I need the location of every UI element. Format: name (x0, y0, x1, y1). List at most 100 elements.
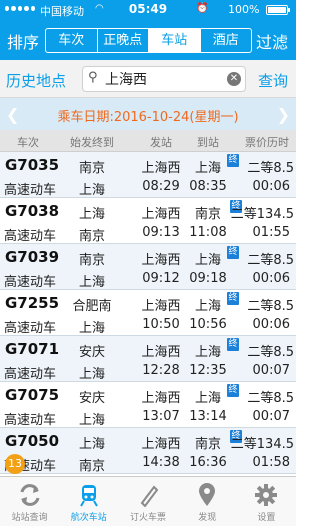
alarm-icon: ⏰ (196, 3, 209, 14)
train-type: 高速动车 (4, 183, 57, 198)
station-search-input[interactable] (105, 69, 215, 89)
origin-station: 上海 (78, 437, 105, 452)
arrival-time: 16:36 (189, 455, 227, 470)
train-row[interactable]: G7255 高速动车 合肥南 上海 上海西 10:50 上海 10:56 终 二… (0, 290, 296, 336)
train-number: G7255 (5, 294, 60, 312)
train-row[interactable]: G7035 高速动车 南京 上海 上海西 08:29 上海 08:35 终 二等… (0, 152, 296, 198)
mode-segmented-control: 车次 正晚点 车站 酒店 (45, 28, 252, 53)
location-pin-icon (199, 483, 216, 506)
segment-train-number[interactable]: 车次 (46, 29, 98, 52)
train-number: G7039 (5, 248, 60, 266)
trip-duration: 01:58 (252, 455, 290, 470)
search-icon: ⚲ (88, 70, 98, 85)
chevron-right-icon[interactable]: ❯ (277, 105, 290, 124)
clear-icon[interactable]: ✕ (227, 72, 241, 86)
origin-station: 南京 (78, 161, 105, 176)
result-count-badge[interactable]: 13 (5, 454, 25, 474)
train-type: 高速动车 (4, 367, 57, 382)
train-row[interactable]: G7039 高速动车 南京 上海 上海西 09:12 上海 09:18 终 二等… (0, 244, 296, 290)
arrival-time: 12:35 (189, 363, 227, 378)
tab-train-station[interactable]: 航次车站 (59, 477, 118, 526)
query-button[interactable]: 查询 (258, 70, 288, 91)
history-places-button[interactable]: 历史地点 (6, 70, 66, 91)
destination-station: 上海 (78, 413, 105, 428)
train-icon (79, 485, 98, 507)
trip-duration: 00:06 (252, 271, 290, 286)
battery-percent: 100% (228, 3, 260, 16)
table-header: 车次 始发终到 发站 到站 票价历时 (0, 130, 296, 152)
tab-settings[interactable]: 设置 (237, 477, 296, 526)
arrival-time: 08:35 (189, 179, 227, 194)
train-number: G7035 (5, 156, 60, 174)
header-arrival: 到站 (197, 136, 219, 149)
ticket-icon (140, 485, 159, 507)
date-bar: ❮ 乘车日期:2016-10-24(星期一) ❯ (0, 98, 296, 130)
trip-duration: 01:55 (252, 225, 290, 240)
train-number: G7038 (5, 202, 60, 220)
terminal-badge: 终 (227, 384, 239, 397)
origin-station: 安庆 (78, 345, 105, 360)
destination-station: 上海 (78, 275, 105, 290)
seat-price: 二等134.5 (230, 207, 294, 222)
origin-station: 合肥南 (72, 299, 112, 314)
train-row[interactable]: G7038 高速动车 上海 南京 上海西 09:13 南京 11:08 终 二等… (0, 198, 296, 244)
tab-label: 订火车票 (130, 513, 167, 523)
train-row[interactable]: G7050 高速动车 上海 南京 上海西 14:38 南京 16:36 终 二等… (0, 428, 296, 474)
refresh-arrows-icon (20, 484, 40, 506)
seat-price: 二等134.5 (230, 437, 294, 452)
tab-book-ticket[interactable]: 订火车票 (118, 477, 177, 526)
header-origin-dest: 始发终到 (70, 136, 114, 149)
arrival-time: 13:14 (189, 409, 227, 424)
train-type: 高速动车 (4, 413, 57, 428)
travel-date[interactable]: 乘车日期:2016-10-24(星期一) (0, 106, 296, 125)
train-number: G7075 (5, 386, 60, 404)
destination-station: 南京 (78, 229, 105, 244)
search-row: 历史地点 ⚲ ✕ 查询 (0, 60, 296, 98)
train-type: 高速动车 (4, 321, 57, 336)
tab-station-to-station[interactable]: 站站查询 (0, 477, 59, 526)
tab-label: 发现 (198, 513, 217, 523)
seat-price: 二等8.5 (247, 161, 294, 176)
terminal-badge: 终 (227, 292, 239, 305)
tab-bar: 站站查询 航次车站 订火车票 发现 设置 (0, 476, 296, 526)
arrival-time: 09:18 (189, 271, 227, 286)
trip-duration: 00:07 (252, 363, 290, 378)
terminal-badge: 终 (227, 338, 239, 351)
arrival-station: 南京 (194, 437, 221, 452)
origin-station: 安庆 (78, 391, 105, 406)
destination-station: 南京 (78, 459, 105, 474)
seat-price: 二等8.5 (247, 299, 294, 314)
segment-punctuality[interactable]: 正晚点 (98, 29, 149, 52)
segment-station[interactable]: 车站 (149, 29, 201, 52)
seat-price: 二等8.5 (247, 391, 294, 406)
train-type: 高速动车 (4, 229, 57, 244)
origin-station: 南京 (78, 253, 105, 268)
arrival-station: 南京 (194, 207, 221, 222)
arrival-time: 11:08 (189, 225, 227, 240)
terminal-badge: 终 (227, 246, 239, 259)
seat-price: 二等8.5 (247, 345, 294, 360)
train-number: G7050 (5, 432, 60, 450)
destination-station: 上海 (78, 183, 105, 198)
seat-price: 二等8.5 (247, 253, 294, 268)
train-list: G7035 高速动车 南京 上海 上海西 08:29 上海 08:35 终 二等… (0, 152, 296, 476)
train-row[interactable]: G7071 高速动车 安庆 上海 上海西 12:28 上海 12:35 终 二等… (0, 336, 296, 382)
gear-icon (255, 484, 278, 506)
tab-discover[interactable]: 发现 (178, 477, 237, 526)
sort-button[interactable]: 排序 (7, 29, 39, 53)
filter-button[interactable]: 过滤 (256, 29, 288, 53)
status-bar: 中国移动 ◠ 05:49 ⏰ 100% (0, 0, 296, 20)
train-type: 高速动车 (4, 275, 57, 290)
destination-station: 上海 (78, 367, 105, 382)
segment-hotel[interactable]: 酒店 (201, 29, 252, 52)
header-train-no: 车次 (17, 136, 39, 149)
trip-duration: 00:06 (252, 317, 290, 332)
nav-bar: 排序 车次 正晚点 车站 酒店 过滤 (0, 20, 296, 60)
origin-station: 上海 (78, 207, 105, 222)
train-number: G7071 (5, 340, 60, 358)
train-row[interactable]: G7075 高速动车 安庆 上海 上海西 13:07 上海 13:14 终 二等… (0, 382, 296, 428)
tab-label: 设置 (257, 513, 276, 523)
arrival-time: 10:56 (189, 317, 227, 332)
header-price-duration: 票价历时 (245, 136, 289, 149)
trip-duration: 00:07 (252, 409, 290, 424)
